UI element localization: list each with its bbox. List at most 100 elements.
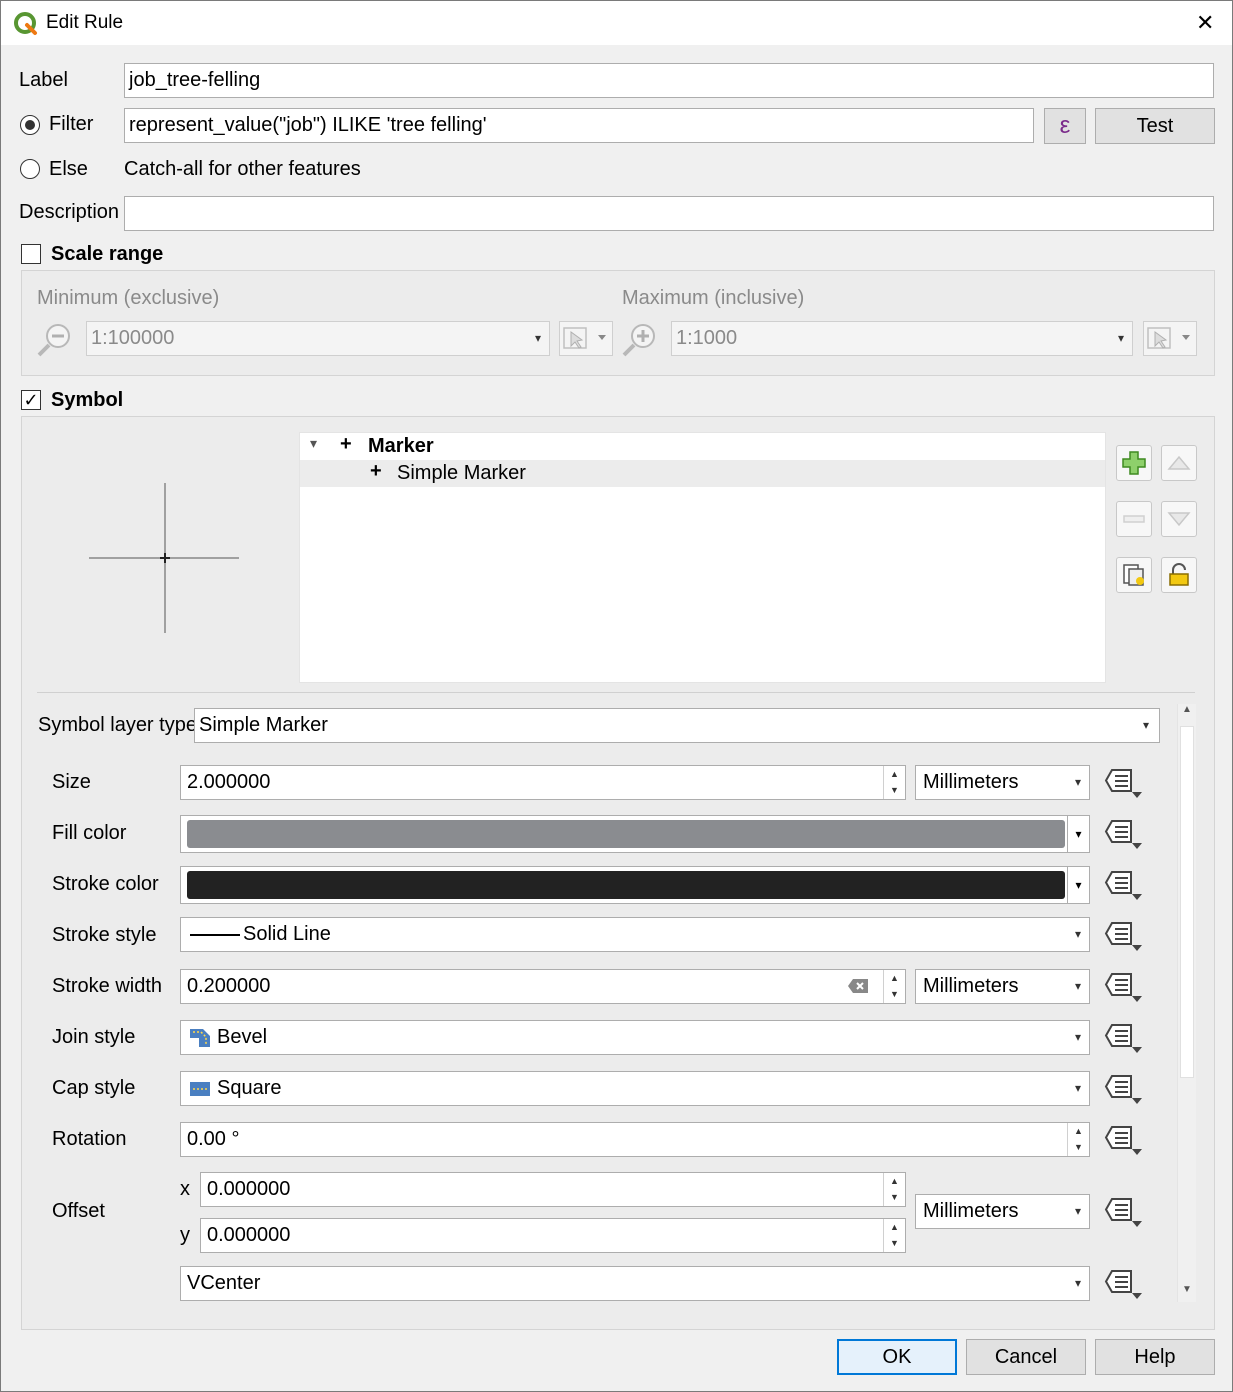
lock-layer-button[interactable] <box>1161 557 1197 593</box>
stroke-style-combo[interactable]: Solid Line ▾ <box>180 917 1090 952</box>
expand-arrow-icon[interactable]: ▾ <box>310 435 317 452</box>
qgis-logo-icon <box>14 12 37 35</box>
title-bar: Edit Rule ✕ <box>1 1 1232 45</box>
filter-radio[interactable] <box>20 115 40 135</box>
offset-y-spin-buttons[interactable]: ▲ ▼ <box>883 1219 905 1252</box>
data-defined-override-icon[interactable] <box>1104 818 1144 852</box>
rotation-spin-buttons[interactable]: ▲ ▼ <box>1067 1123 1089 1156</box>
move-down-button <box>1161 501 1197 537</box>
tree-row-marker[interactable]: ▾ + Marker <box>300 433 1105 460</box>
offset-y-label: y <box>180 1224 190 1246</box>
offset-x-spinbox[interactable]: 0.000000 ▲ ▼ <box>200 1172 906 1207</box>
chevron-down-icon: ▾ <box>1074 1081 1081 1095</box>
cursor-select-icon <box>1147 327 1190 349</box>
offset-unit-value: Millimeters <box>923 1200 1019 1222</box>
spin-up-icon[interactable]: ▲ <box>884 1219 905 1235</box>
data-defined-override-icon[interactable] <box>1104 869 1144 903</box>
spin-down-icon[interactable]: ▼ <box>884 1189 905 1205</box>
scrollbar-thumb[interactable] <box>1180 726 1194 1078</box>
stroke-color-label: Stroke color <box>52 873 159 895</box>
stroke-width-unit-combo[interactable]: Millimeters ▾ <box>915 969 1090 1004</box>
description-input[interactable] <box>124 196 1214 231</box>
expression-button[interactable]: ε <box>1044 108 1086 144</box>
size-spinbox[interactable]: 2.000000 ▲ ▼ <box>180 765 906 800</box>
symbol-layer-type-label: Symbol layer type <box>38 714 197 736</box>
size-label: Size <box>52 771 91 793</box>
else-description: Catch-all for other features <box>124 158 361 180</box>
data-defined-override-icon[interactable] <box>1104 1268 1144 1302</box>
symbol-layer-type-combo[interactable]: Simple Marker ▾ <box>194 708 1160 743</box>
data-defined-override-icon[interactable] <box>1104 971 1144 1005</box>
size-unit-value: Millimeters <box>923 771 1019 793</box>
window-title: Edit Rule <box>46 12 124 33</box>
symbol-preview <box>89 483 239 633</box>
data-defined-override-icon[interactable] <box>1104 920 1144 954</box>
rotation-label: Rotation <box>52 1128 127 1150</box>
data-defined-override-icon[interactable] <box>1104 1124 1144 1158</box>
chevron-down-icon: ▾ <box>1074 927 1081 941</box>
spin-up-icon[interactable]: ▲ <box>884 766 905 782</box>
scroll-down-icon[interactable]: ▼ <box>1182 1284 1192 1295</box>
maximum-scale-canvas-button <box>1143 321 1197 356</box>
tree-item-marker: Marker <box>368 435 434 457</box>
chevron-down-icon: ▾ <box>1074 1030 1081 1044</box>
symbol-checkbox[interactable]: ✓ <box>21 390 41 410</box>
join-style-label: Join style <box>52 1026 136 1048</box>
symbol-layer-type-value: Simple Marker <box>199 714 328 736</box>
stroke-width-label: Stroke width <box>52 975 163 997</box>
arrow-down-icon <box>1167 512 1191 527</box>
symbol-label: Symbol <box>51 389 124 411</box>
stroke-width-spin-buttons[interactable]: ▲ ▼ <box>883 970 905 1003</box>
spin-down-icon[interactable]: ▼ <box>1068 1139 1089 1155</box>
duplicate-layer-button[interactable] <box>1116 557 1152 593</box>
label-input[interactable]: job_tree-felling <box>124 63 1214 98</box>
add-layer-button[interactable] <box>1116 445 1152 481</box>
clear-icon[interactable] <box>847 978 869 994</box>
maximum-scale-label: Maximum (inclusive) <box>622 287 805 309</box>
symbol-layers-tree[interactable]: ▾ + Marker + Simple Marker <box>299 432 1106 683</box>
chevron-down-icon: ▾ <box>1074 1204 1081 1218</box>
fill-color-button[interactable]: ▾ <box>180 815 1090 853</box>
spin-down-icon[interactable]: ▼ <box>884 1235 905 1251</box>
scroll-up-icon[interactable]: ▲ <box>1182 704 1192 715</box>
maximum-scale-value: 1:1000 <box>676 327 738 349</box>
tree-row-simple-marker[interactable]: + Simple Marker <box>300 460 1105 487</box>
help-button[interactable]: Help <box>1095 1339 1215 1375</box>
offset-y-spinbox[interactable]: 0.000000 ▲ ▼ <box>200 1218 906 1253</box>
join-style-combo[interactable]: Bevel ▾ <box>180 1020 1090 1055</box>
rotation-spinbox[interactable]: 0.00 ° ▲ ▼ <box>180 1122 1090 1157</box>
spin-down-icon[interactable]: ▼ <box>884 986 905 1002</box>
scale-range-label: Scale range <box>51 243 164 265</box>
chevron-down-icon[interactable]: ▾ <box>1067 867 1089 903</box>
offset-unit-combo[interactable]: Millimeters ▾ <box>915 1194 1090 1229</box>
data-defined-override-icon[interactable] <box>1104 1022 1144 1056</box>
offset-x-spin-buttons[interactable]: ▲ ▼ <box>883 1173 905 1206</box>
ok-button[interactable]: OK <box>837 1339 957 1375</box>
chevron-down-icon[interactable]: ▾ <box>1067 816 1089 852</box>
cancel-button[interactable]: Cancel <box>966 1339 1086 1375</box>
test-button[interactable]: Test <box>1095 108 1215 144</box>
spin-up-icon[interactable]: ▲ <box>1068 1123 1089 1139</box>
remove-layer-button <box>1116 501 1152 537</box>
spin-down-icon[interactable]: ▼ <box>884 782 905 798</box>
cap-style-combo[interactable]: Square ▾ <box>180 1071 1090 1106</box>
data-defined-override-icon[interactable] <box>1104 1196 1144 1230</box>
size-unit-combo[interactable]: Millimeters ▾ <box>915 765 1090 800</box>
zoom-in-icon <box>622 324 655 357</box>
stroke-width-spinbox[interactable]: 0.200000 ▲ ▼ <box>180 969 906 1004</box>
size-spin-buttons[interactable]: ▲ ▼ <box>883 766 905 799</box>
stroke-width-unit-value: Millimeters <box>923 975 1019 997</box>
properties-scrollbar[interactable]: ▲ ▼ <box>1177 704 1196 1302</box>
scale-range-checkbox[interactable] <box>21 244 41 264</box>
data-defined-override-icon[interactable] <box>1104 767 1144 801</box>
stroke-color-button[interactable]: ▾ <box>180 866 1090 904</box>
filter-input[interactable]: represent_value("job") ILIKE 'tree felli… <box>124 108 1034 143</box>
square-cap-icon <box>190 1082 210 1096</box>
spin-up-icon[interactable]: ▲ <box>884 1173 905 1189</box>
vertical-anchor-combo[interactable]: VCenter ▾ <box>180 1266 1090 1301</box>
spin-up-icon[interactable]: ▲ <box>884 970 905 986</box>
else-radio[interactable] <box>20 159 40 179</box>
stroke-style-label: Stroke style <box>52 924 157 946</box>
data-defined-override-icon[interactable] <box>1104 1073 1144 1107</box>
close-icon[interactable]: ✕ <box>1196 10 1214 36</box>
